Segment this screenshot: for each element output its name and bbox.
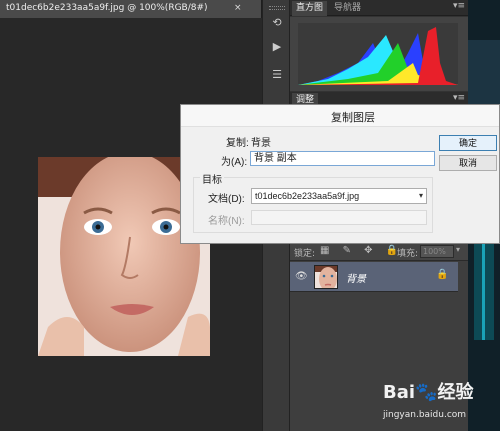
document-tab-bar: t01dec6b2e233aa5a9f.jpg @ 100%(RGB/8#) ×: [0, 0, 268, 18]
clone-source-icon[interactable]: ☰: [267, 66, 287, 84]
watermark-url: jingyan.baidu.com: [383, 410, 467, 420]
layer-name-input[interactable]: 背景 副本: [250, 151, 435, 166]
document-tab[interactable]: t01dec6b2e233aa5a9f.jpg @ 100%(RGB/8#) ×: [0, 0, 262, 18]
lock-icon: 🔒: [436, 269, 449, 280]
document-name-input: [251, 210, 427, 225]
history-icon[interactable]: ⟲: [267, 14, 287, 32]
layer-thumbnail: [314, 265, 338, 289]
dialog-title-bar[interactable]: 复制图层: [181, 105, 499, 127]
fill-input[interactable]: 100%: [420, 245, 454, 258]
panel-grip[interactable]: [269, 6, 285, 10]
panel-menu-icon[interactable]: ▾≡: [453, 1, 465, 11]
ok-button[interactable]: 确定: [439, 135, 497, 151]
histogram-panel: [290, 17, 468, 91]
document-tab-title: t01dec6b2e233aa5a9f.jpg @ 100%(RGB/8#): [6, 3, 208, 13]
layers-toolbar: 锁定: ▦ ✎ ✥ 🔒 填充: 100% ▾: [290, 243, 468, 261]
tab-histogram[interactable]: 直方图: [292, 1, 328, 16]
play-icon[interactable]: ▶: [267, 38, 287, 56]
layer-row-background[interactable]: 👁 背景 🔒: [290, 262, 458, 292]
adjustments-menu-icon[interactable]: ▾≡: [453, 93, 465, 103]
fill-label: 填充:: [397, 249, 419, 259]
lock-options-icon[interactable]: ▦ ✎ ✥ 🔒: [320, 245, 403, 256]
histogram-graph: [298, 23, 458, 85]
eye-icon[interactable]: 👁: [295, 271, 308, 282]
name-label: 名称(N):: [208, 216, 245, 227]
fill-dropdown-icon[interactable]: ▾: [456, 245, 460, 254]
as-label: 为(A):: [221, 157, 248, 168]
dialog-title: 复制图层: [331, 112, 375, 124]
copy-label: 复制:: [226, 138, 249, 149]
document-label: 文档(D):: [208, 194, 245, 205]
lock-label: 锁定:: [294, 249, 316, 259]
target-legend: 目标: [200, 171, 224, 186]
target-group: 目标 文档(D): t01dec6b2e233aa5a9f.jpg ▾ 名称(N…: [193, 171, 433, 233]
duplicate-layer-dialog: 复制图层 复制: 背景 为(A): 背景 副本 目标 文档(D): t01dec…: [180, 104, 500, 244]
document-select[interactable]: t01dec6b2e233aa5a9f.jpg ▾: [251, 188, 427, 204]
cancel-button[interactable]: 取消: [439, 155, 497, 171]
layer-name: 背景: [346, 274, 366, 285]
copy-value: 背景: [251, 138, 271, 149]
watermark: Bai🐾经验 jingyan.baidu.com: [383, 378, 495, 428]
chevron-down-icon[interactable]: ▾: [419, 189, 423, 203]
document-select-value: t01dec6b2e233aa5a9f.jpg: [255, 191, 360, 201]
baidu-jingyan-logo: Bai🐾经验: [383, 382, 474, 403]
tab-navigator[interactable]: 导航器: [330, 1, 365, 16]
histogram-panel-tabs: 直方图 导航器 ▾≡: [290, 0, 468, 16]
close-icon[interactable]: ×: [234, 3, 242, 13]
